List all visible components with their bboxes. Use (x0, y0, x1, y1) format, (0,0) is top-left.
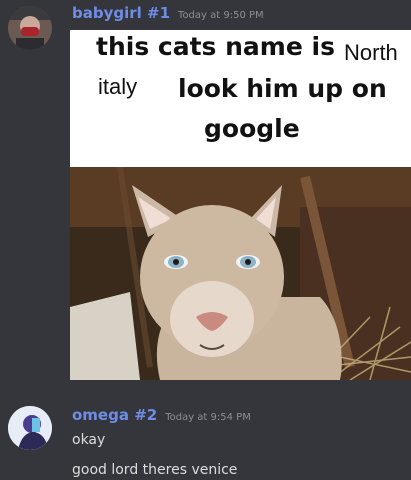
caption-line2-bold: look him up on (178, 74, 387, 103)
cougar-photo (70, 167, 411, 380)
author-name[interactable]: omega #2 (72, 406, 157, 424)
message-header: babygirl #1 Today at 9:50 PM (72, 4, 264, 22)
meme-image[interactable]: this cats name is North italy look him u… (70, 30, 411, 380)
caption-line2-thin: italy (98, 74, 138, 99)
caption-line3-bold: google (204, 114, 300, 143)
message-text-line: okay (72, 432, 106, 448)
caption-line1-thin: North (344, 40, 398, 65)
avatar-omega[interactable] (8, 406, 52, 450)
timestamp: Today at 9:54 PM (165, 412, 251, 423)
caption-line1-bold: this cats name is (96, 32, 335, 61)
author-name[interactable]: babygirl #1 (72, 4, 170, 22)
avatar-babygirl[interactable] (8, 6, 52, 50)
message-text-line: good lord theres venice (72, 462, 238, 478)
meme-caption: this cats name is North italy look him u… (70, 30, 411, 167)
timestamp: Today at 9:50 PM (178, 10, 264, 21)
message-header: omega #2 Today at 9:54 PM (72, 406, 251, 424)
